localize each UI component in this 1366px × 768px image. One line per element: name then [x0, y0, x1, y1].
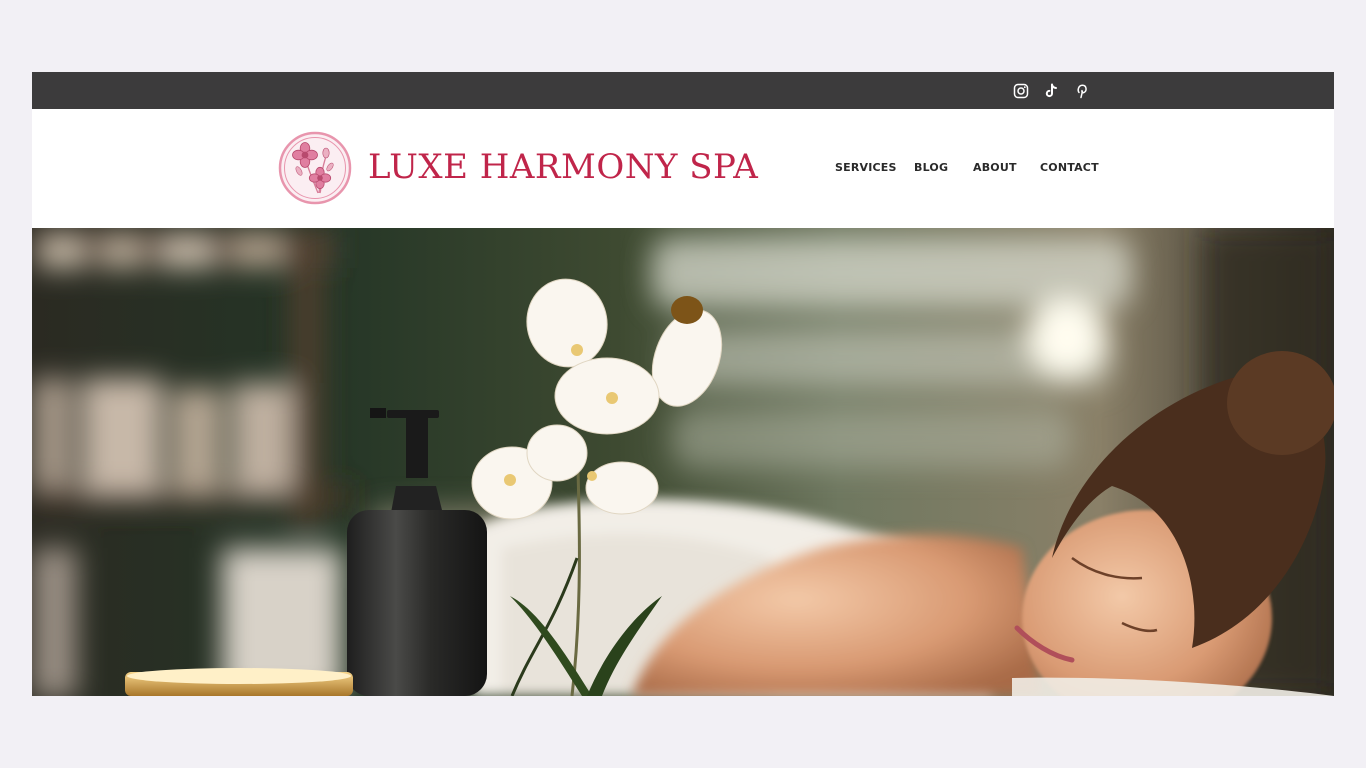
social-bar: [32, 72, 1334, 109]
website-frame: LUXE HARMONY SPA SERVICES BLOG ABOUT CON…: [32, 72, 1334, 696]
nav-services[interactable]: SERVICES: [835, 161, 897, 174]
hero-image: [32, 228, 1334, 696]
nav-contact[interactable]: CONTACT: [1040, 161, 1099, 174]
pinterest-icon[interactable]: [1071, 80, 1093, 102]
spa-massage-photo: [32, 228, 1334, 696]
nav-about[interactable]: ABOUT: [973, 161, 1017, 174]
instagram-icon[interactable]: [1010, 80, 1032, 102]
brand-name[interactable]: LUXE HARMONY SPA: [368, 147, 758, 187]
nav-blog[interactable]: BLOG: [914, 161, 948, 174]
flower-logo-icon[interactable]: [278, 131, 352, 205]
site-header: LUXE HARMONY SPA SERVICES BLOG ABOUT CON…: [32, 109, 1334, 228]
tiktok-icon[interactable]: [1040, 80, 1062, 102]
